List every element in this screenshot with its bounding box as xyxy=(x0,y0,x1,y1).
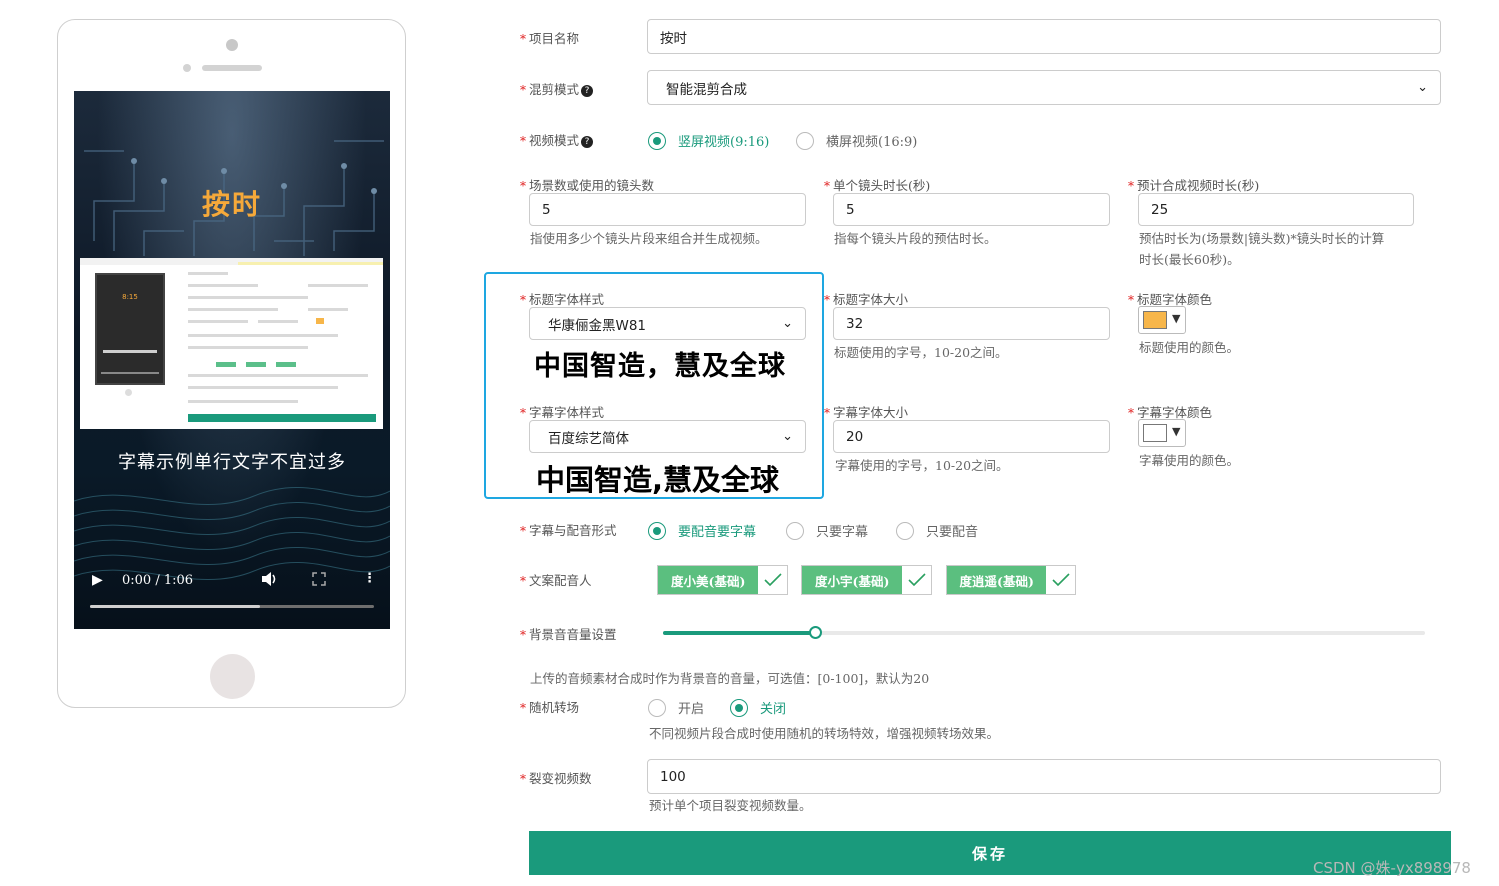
sub-audio-voice-only[interactable]: 只要配音 xyxy=(896,521,978,540)
radio-checked[interactable] xyxy=(648,521,666,540)
chevron-down-icon: ⌄ xyxy=(782,316,793,331)
mix-mode-label: * 混剪模式? xyxy=(520,79,594,98)
more-options-icon[interactable]: ⋮ xyxy=(363,571,376,586)
subtitle-size-input[interactable]: 20 xyxy=(833,420,1110,453)
inner-phone: 8:15 xyxy=(95,273,165,385)
fullscreen-icon[interactable] xyxy=(312,572,326,590)
check-icon xyxy=(1046,566,1075,594)
radio-unchecked[interactable] xyxy=(786,521,804,540)
volume-icon[interactable] xyxy=(260,571,278,591)
random-transition-on[interactable]: 开启 xyxy=(648,698,704,717)
video-mode-label: * 视频模式? xyxy=(520,130,594,149)
inner-screenshot-thumbnail: 8:15 xyxy=(80,258,383,429)
voice-option-xiaoyu[interactable]: 度小宇(基础) xyxy=(801,565,932,595)
radio-checked[interactable] xyxy=(730,698,748,717)
chevron-down-icon: ⌄ xyxy=(782,429,793,444)
radio-unchecked[interactable] xyxy=(896,521,914,540)
sub-audio-both[interactable]: 要配音要字幕 xyxy=(648,521,756,540)
subtitle-font-preview: 中国智造,慧及全球 xyxy=(536,463,780,497)
scene-count-label: * 场景数或使用的镜头数 xyxy=(520,178,655,193)
scene-count-input[interactable]: 5 xyxy=(529,193,806,226)
subtitle-font-select[interactable]: 百度综艺简体 ⌄ xyxy=(529,420,806,453)
voice-option-xiaomei[interactable]: 度小美(基础) xyxy=(657,565,788,595)
video-mode-portrait[interactable]: 竖屏视频(9:16) xyxy=(648,131,769,150)
variant-count-label: * 裂变视频数 xyxy=(520,771,592,786)
title-color-picker[interactable]: ▼ xyxy=(1138,306,1186,334)
variant-count-input[interactable]: 100 xyxy=(647,759,1441,794)
project-name-label: * 项目名称 xyxy=(520,31,580,46)
clip-duration-label: * 单个镜头时长(秒) xyxy=(824,178,931,193)
voice-label: * 文案配音人 xyxy=(520,573,592,588)
time-total: 1:06 xyxy=(163,573,194,588)
radio-unchecked[interactable] xyxy=(648,698,666,717)
progress-fill xyxy=(90,605,261,608)
clip-duration-input[interactable]: 5 xyxy=(833,193,1110,226)
caret-down-icon: ▼ xyxy=(1172,425,1181,438)
title-size-hint: 标题使用的字号，10-20之间。 xyxy=(834,345,1008,360)
subtitle-size-label: * 字幕字体大小 xyxy=(824,405,909,420)
caret-down-icon: ▼ xyxy=(1172,312,1181,325)
sub-audio-mode-label: * 字幕与配音形式 xyxy=(520,523,617,538)
inner-save-bar xyxy=(188,414,376,422)
radio-unchecked[interactable] xyxy=(796,131,814,150)
video-player[interactable]: 按时 8:15 字幕示例单行文字不宜过多 ▶ 0:00 / 1:06 ⋮ xyxy=(74,91,390,629)
voice-option-xiaoyao[interactable]: 度逍遥(基础) xyxy=(946,565,1076,595)
phone-speaker xyxy=(202,65,262,71)
video-mode-landscape[interactable]: 横屏视频(16:9) xyxy=(796,131,917,150)
total-duration-hint: 预估时长为(场景数|镜头数)*镜头时长的计算 时长(最长60秒)。 xyxy=(1139,231,1385,267)
random-transition-off[interactable]: 关闭 xyxy=(730,698,786,717)
check-icon xyxy=(902,566,931,594)
help-icon[interactable]: ? xyxy=(581,84,594,97)
total-duration-label: * 预计合成视频时长(秒) xyxy=(1128,178,1260,193)
sub-audio-subtitle-only[interactable]: 只要字幕 xyxy=(786,521,868,540)
check-icon xyxy=(758,566,787,594)
time-current: 0:00 xyxy=(122,573,152,588)
video-title-overlay: 按时 xyxy=(201,188,262,221)
subtitle-color-hint: 字幕使用的颜色。 xyxy=(1139,453,1240,468)
subtitle-size-hint: 字幕使用的字号，10-20之间。 xyxy=(835,458,1009,473)
watermark: CSDN @姝-yx898978 xyxy=(1313,859,1471,877)
subtitle-font-label: * 字幕字体样式 xyxy=(520,405,605,420)
title-font-select[interactable]: 华康俪金黑W81 ⌄ xyxy=(529,307,806,340)
chevron-down-icon: ⌄ xyxy=(1417,80,1428,95)
phone-sensor xyxy=(183,64,191,72)
help-icon[interactable]: ? xyxy=(581,135,594,148)
phone-home-button xyxy=(210,654,255,699)
bg-volume-slider-handle[interactable] xyxy=(809,626,823,639)
title-size-label: * 标题字体大小 xyxy=(824,292,909,307)
title-color-hint: 标题使用的颜色。 xyxy=(1139,340,1240,355)
bg-volume-slider-fill xyxy=(663,631,816,635)
random-transition-label: * 随机转场 xyxy=(520,700,580,715)
play-icon[interactable]: ▶ xyxy=(92,572,103,588)
radio-checked[interactable] xyxy=(648,131,666,150)
scene-count-hint: 指使用多少个镜头片段来组合并生成视频。 xyxy=(530,231,768,246)
title-font-label: * 标题字体样式 xyxy=(520,292,605,307)
title-size-input[interactable]: 32 xyxy=(833,307,1110,340)
project-name-input[interactable]: 按时 xyxy=(647,19,1441,54)
total-duration-input[interactable]: 25 xyxy=(1138,193,1414,226)
bg-volume-label: * 背景音音量设置 xyxy=(520,627,617,642)
random-transition-hint: 不同视频片段合成时使用随机的转场特效，增强视频转场效果。 xyxy=(649,726,1000,741)
subtitle-color-swatch xyxy=(1143,424,1167,442)
circuit-background xyxy=(84,140,384,256)
mix-mode-select[interactable]: 智能混剪合成 ⌄ xyxy=(647,70,1441,105)
time-separator: / xyxy=(155,573,160,588)
clip-duration-hint: 指每个镜头片段的预估时长。 xyxy=(834,231,997,246)
subtitle-color-picker[interactable]: ▼ xyxy=(1138,419,1186,447)
bg-volume-hint: 上传的音频素材合成时作为背景音的音量，可选值：[0-100]，默认为20 xyxy=(530,671,930,686)
phone-camera xyxy=(226,39,238,51)
title-color-swatch xyxy=(1143,311,1167,329)
variant-count-hint: 预计单个项目裂变视频数量。 xyxy=(649,798,812,813)
title-font-preview: 中国智造，慧及全球 xyxy=(534,351,786,382)
